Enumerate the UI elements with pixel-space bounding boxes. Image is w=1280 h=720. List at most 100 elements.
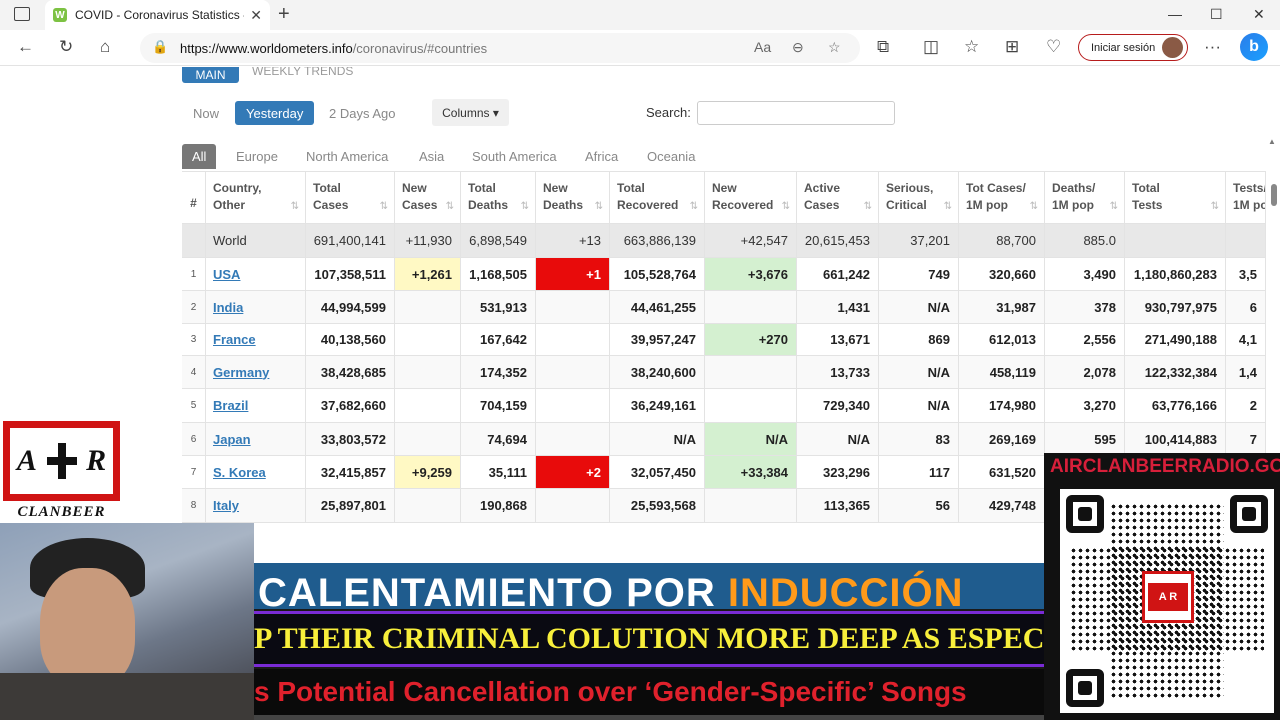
extensions-icon[interactable]: ⧉ (877, 37, 889, 57)
more-menu-icon[interactable]: ··· (1204, 37, 1221, 57)
favorites-icon[interactable]: ☆ (964, 37, 979, 57)
qr-finder-top-left (1066, 495, 1104, 533)
region-tab-europe[interactable]: Europe (226, 144, 288, 169)
split-screen-icon[interactable]: ◫ (923, 37, 939, 57)
sort-icon[interactable]: ⇅ (1030, 198, 1038, 215)
sort-icon[interactable]: ⇅ (291, 198, 299, 215)
browser-essentials-icon[interactable]: ♡ (1046, 37, 1061, 57)
header-deaths-per-1m[interactable]: Deaths/1M pop ⇅ (1045, 171, 1125, 223)
cell-total-deaths: 704,159 (461, 389, 536, 422)
cell-active-cases: 113,365 (797, 489, 879, 522)
sort-icon[interactable]: ⇅ (864, 198, 872, 215)
cell-country[interactable]: Japan (206, 423, 306, 455)
sort-icon[interactable]: ⇅ (1110, 198, 1118, 215)
sort-icon[interactable]: ⇅ (782, 198, 790, 215)
header-total-recovered[interactable]: Total Recovered ⇅ (610, 171, 705, 223)
header-new-deaths[interactable]: New Deaths ⇅ (536, 171, 610, 223)
header-new-cases[interactable]: New Cases ⇅ (395, 171, 461, 223)
qr-center-logo: A R (1142, 571, 1194, 623)
sort-icon[interactable]: ⇅ (521, 198, 529, 215)
header-total-cases[interactable]: Total Cases ⇅ (306, 171, 395, 223)
region-tab-africa[interactable]: Africa (575, 144, 628, 169)
country-link[interactable]: India (213, 300, 243, 315)
cell-country[interactable]: Italy (206, 489, 306, 522)
close-window-icon[interactable]: ✕ (1253, 6, 1265, 23)
header-cases-per-1m[interactable]: Tot Cases/1M pop ⇅ (959, 171, 1045, 223)
region-tab-south-america[interactable]: South America (462, 144, 567, 169)
cell-active-cases: 13,671 (797, 324, 879, 355)
now-button[interactable]: Now (182, 101, 230, 125)
country-link[interactable]: France (213, 332, 256, 347)
header-new-recovered[interactable]: New Recovered ⇅ (705, 171, 797, 223)
cell-total-recovered: 32,057,450 (610, 456, 705, 488)
country-link[interactable]: Italy (213, 498, 239, 513)
cell-country[interactable]: Brazil (206, 389, 306, 422)
tab-strip: W COVID - Coronavirus Statistics - W ✕ +… (0, 0, 1280, 30)
country-link[interactable]: Brazil (213, 398, 248, 413)
sort-icon[interactable]: ⇅ (944, 198, 952, 215)
read-aloud-icon[interactable]: Aa (754, 39, 771, 55)
header-rank[interactable]: # (182, 171, 206, 223)
country-link[interactable]: Japan (213, 432, 251, 447)
region-tab-asia[interactable]: Asia (409, 144, 454, 169)
tab-weekly-trends[interactable]: WEEKLY TRENDS (252, 67, 353, 78)
header-total-tests[interactable]: Total Tests ⇅ (1125, 171, 1226, 223)
cell-tests-per-1m: 2 (1226, 389, 1266, 422)
minimize-icon[interactable]: — (1168, 6, 1182, 22)
close-tab-icon[interactable]: ✕ (250, 7, 262, 24)
sort-icon[interactable]: ⇅ (446, 198, 454, 215)
collections-icon[interactable]: ⊞ (1005, 37, 1019, 57)
refresh-icon[interactable]: ↻ (59, 37, 73, 57)
sort-icon[interactable]: ⇅ (380, 198, 388, 215)
address-bar[interactable]: 🔒 https://www.worldometers.info/coronavi… (140, 33, 860, 63)
search-input[interactable] (697, 101, 895, 125)
scroll-up-icon[interactable]: ▲ (1268, 137, 1276, 146)
cell-country[interactable]: India (206, 291, 306, 323)
cell-new-recovered (705, 489, 797, 522)
header-serious-critical[interactable]: Serious, Critical ⇅ (879, 171, 959, 223)
sort-icon[interactable]: ⇅ (595, 198, 603, 215)
two-days-ago-button[interactable]: 2 Days Ago (318, 101, 407, 125)
country-link[interactable]: Germany (213, 365, 269, 380)
sort-icon[interactable]: ⇅ (690, 198, 698, 215)
header-total-deaths[interactable]: Total Deaths ⇅ (461, 171, 536, 223)
region-tab-north-america[interactable]: North America (296, 144, 398, 169)
cell-total-tests: 63,776,166 (1125, 389, 1226, 422)
header-tests-per-1m[interactable]: Tests/1M pop (1226, 171, 1266, 223)
cell-cases-per-1m: 612,013 (959, 324, 1045, 355)
header-country[interactable]: Country, Other ⇅ (206, 171, 306, 223)
browser-tab[interactable]: W COVID - Coronavirus Statistics - W ✕ (45, 0, 270, 30)
bing-copilot-icon[interactable]: b (1240, 33, 1268, 61)
tab-main[interactable]: MAIN (182, 67, 239, 83)
cell-country[interactable]: USA (206, 258, 306, 290)
cell-country[interactable]: France (206, 324, 306, 355)
columns-dropdown[interactable]: Columns ▾ (432, 99, 509, 126)
header-label: Tot Cases/1M pop (966, 181, 1026, 212)
country-link[interactable]: S. Korea (213, 465, 266, 480)
cell-country[interactable]: S. Korea (206, 456, 306, 488)
favorite-star-icon[interactable]: ☆ (828, 39, 841, 56)
lock-icon[interactable]: 🔒 (152, 39, 168, 55)
cell-new-recovered (705, 356, 797, 388)
region-tab-all[interactable]: All (182, 144, 217, 169)
new-tab-icon[interactable]: + (278, 3, 290, 26)
cell-country[interactable]: Germany (206, 356, 306, 388)
workspaces-icon[interactable] (14, 7, 30, 21)
header-active-cases[interactable]: Active Cases ⇅ (797, 171, 879, 223)
zoom-icon[interactable]: ⊖ (792, 39, 804, 56)
cell-country: World (206, 224, 306, 257)
scrollbar-thumb[interactable] (1271, 184, 1277, 206)
sort-icon[interactable]: ⇅ (1211, 198, 1219, 215)
region-tab-oceania[interactable]: Oceania (637, 144, 705, 169)
cell-deaths-per-1m: 2,078 (1045, 356, 1125, 388)
yesterday-button[interactable]: Yesterday (235, 101, 315, 125)
cell-total-tests: 122,332,384 (1125, 356, 1226, 388)
back-icon[interactable]: ← (17, 37, 34, 57)
cell-rank: 8 (182, 489, 206, 522)
url-text[interactable]: https://www.worldometers.info/coronaviru… (180, 41, 487, 56)
country-link[interactable]: USA (213, 267, 240, 282)
sign-in-button[interactable]: Iniciar sesión (1078, 34, 1188, 61)
cell-serious-critical: 56 (879, 489, 959, 522)
maximize-icon[interactable]: ☐ (1210, 6, 1223, 23)
home-icon[interactable]: ⌂ (100, 37, 110, 57)
